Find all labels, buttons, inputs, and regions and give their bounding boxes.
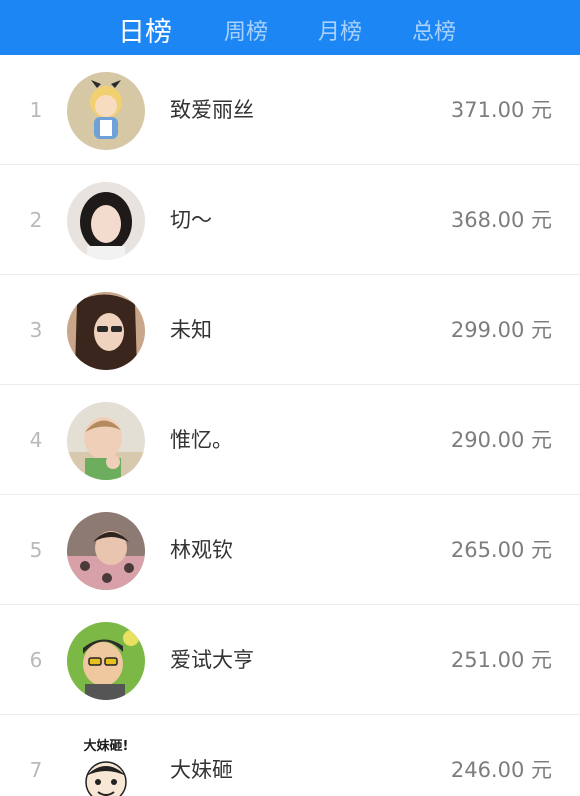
- avatar[interactable]: [67, 292, 145, 370]
- avatar-cartoon-girl-image: [67, 72, 145, 150]
- avatar[interactable]: [67, 402, 145, 480]
- ranking-row[interactable]: 6 爱试大亨 251.00 元: [0, 605, 580, 715]
- avatar[interactable]: [67, 182, 145, 260]
- ranking-row[interactable]: 1 致爱丽丝 371.00 元: [0, 55, 580, 165]
- amount-value: 371.00 元: [450, 98, 552, 122]
- avatar-photo-woman-image: [67, 182, 145, 260]
- user-name: 林观钦: [170, 538, 233, 562]
- avatar-photo-woman-image: [67, 292, 145, 370]
- avatar[interactable]: [67, 72, 145, 150]
- avatar[interactable]: [67, 512, 145, 590]
- rank-number: 7: [29, 758, 43, 782]
- avatar-cartoon-face-image: 大妹砸!: [67, 732, 145, 796]
- ranking-row[interactable]: 4 惟忆。 290.00 元: [0, 385, 580, 495]
- rank-number: 5: [29, 538, 43, 562]
- rank-number: 6: [29, 648, 43, 672]
- amount-value: 246.00 元: [450, 758, 552, 782]
- leaderboard-screen: 日榜 周榜 月榜 总榜 1 致爱丽丝 371.00 元 2 切～ 368.00 …: [0, 0, 580, 796]
- avatar-badge-text: 大妹砸!: [84, 738, 129, 754]
- rank-number: 1: [29, 98, 43, 122]
- rank-number: 3: [29, 318, 43, 342]
- avatar[interactable]: 大妹砸!: [67, 732, 145, 796]
- user-name: 惟忆。: [170, 428, 233, 452]
- avatar-photo-child-image: [67, 512, 145, 590]
- user-name: 未知: [170, 318, 212, 342]
- avatar[interactable]: [67, 622, 145, 700]
- rank-number: 2: [29, 208, 43, 232]
- user-name: 大妹砸: [170, 758, 233, 782]
- amount-value: 265.00 元: [450, 538, 552, 562]
- user-name: 爱试大亨: [170, 648, 254, 672]
- avatar-cartoon-man-image: [67, 622, 145, 700]
- user-name: 致爱丽丝: [170, 98, 254, 122]
- amount-value: 368.00 元: [450, 208, 552, 232]
- ranking-row[interactable]: 2 切～ 368.00 元: [0, 165, 580, 275]
- avatar-photo-baby-image: [67, 402, 145, 480]
- amount-value: 290.00 元: [450, 428, 552, 452]
- rank-number: 4: [29, 428, 43, 452]
- ranking-list: 1 致爱丽丝 371.00 元 2 切～ 368.00 元 3 未知 299.0…: [0, 55, 580, 796]
- amount-value: 251.00 元: [450, 648, 552, 672]
- ranking-row[interactable]: 3 未知 299.00 元: [0, 275, 580, 385]
- amount-value: 299.00 元: [450, 318, 552, 342]
- ranking-row[interactable]: 5 林观钦 265.00 元: [0, 495, 580, 605]
- ranking-row[interactable]: 7 大妹砸! 大妹砸 246.00 元: [0, 715, 580, 796]
- user-name: 切～: [170, 208, 212, 232]
